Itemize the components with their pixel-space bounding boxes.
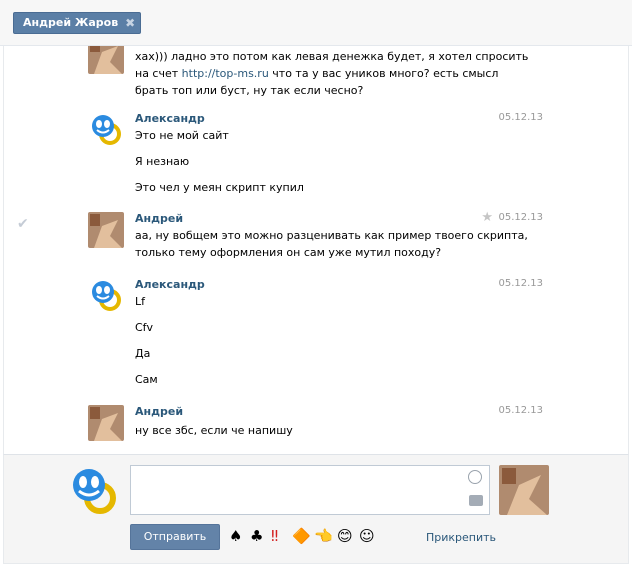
message-author[interactable]: Андрей xyxy=(135,212,183,225)
avatar xyxy=(88,405,124,441)
check-icon[interactable]: ✔ xyxy=(17,216,29,232)
message-link[interactable]: http://top-ms.ru xyxy=(182,67,269,80)
avatar xyxy=(88,278,124,314)
message-text: Я незнаю xyxy=(135,155,190,168)
message-author[interactable]: Андрей xyxy=(135,405,183,418)
club-icon[interactable]: ♣ xyxy=(250,528,263,544)
avatar xyxy=(88,46,124,74)
dialog-header: Андрей Жаров ✖ xyxy=(0,0,632,46)
message-text: аа, ну вобщем это можно разценивать как … xyxy=(135,229,528,242)
pointing-left-icon[interactable]: 👈 xyxy=(314,528,333,544)
smiling-face-icon[interactable]: 😊 xyxy=(337,528,353,544)
message-text: на счет http://top-ms.ru что та у вас ун… xyxy=(135,67,499,80)
message-text: только тему оформления он сам уже мутил … xyxy=(135,246,442,259)
star-icon[interactable]: ★ xyxy=(481,210,493,225)
dialog-tab[interactable]: Андрей Жаров ✖ xyxy=(13,12,142,34)
send-button[interactable]: Отправить xyxy=(130,524,220,550)
message-author[interactable]: Александр xyxy=(135,278,205,291)
message-author[interactable]: Александр xyxy=(135,112,205,125)
message-text: Это чел у меян скрипт купил xyxy=(135,181,304,194)
message-text: Cfv xyxy=(135,321,154,334)
message-date[interactable]: 05.12.13 xyxy=(498,405,543,416)
message-history[interactable]: хах))) ладно это потом как левая денежка… xyxy=(3,46,629,454)
attach-link[interactable]: Прикрепить xyxy=(426,531,496,544)
message-input[interactable] xyxy=(130,465,490,515)
message-text: Сам xyxy=(135,373,158,386)
avatar[interactable] xyxy=(499,465,549,515)
message-text: Да xyxy=(135,347,151,360)
smile-icon[interactable] xyxy=(468,470,482,484)
double-exclamation-icon[interactable]: ‼ xyxy=(271,528,278,544)
relaxed-face-icon[interactable]: ☺ xyxy=(359,528,375,544)
message-text: хах))) ладно это потом как левая денежка… xyxy=(135,50,529,63)
spade-icon[interactable]: ♠ xyxy=(229,528,242,544)
avatar xyxy=(88,112,124,148)
dialog-tab-title: Андрей Жаров xyxy=(23,16,119,29)
message-date[interactable]: 05.12.13 xyxy=(498,112,543,123)
message-text: ну все збс, если че напишу xyxy=(135,424,293,437)
message-text: Это не мой сайт xyxy=(135,129,229,142)
message-text: Lf xyxy=(135,295,146,308)
message-text: брать топ или буст, ну так если чесно? xyxy=(135,84,364,97)
avatar[interactable] xyxy=(67,465,119,517)
close-icon[interactable]: ✖ xyxy=(125,13,135,33)
avatar xyxy=(88,212,124,248)
message-composer: Отправить ♠ ♣ ‼ 🔶 👈 😊 ☺ Прикрепить xyxy=(3,454,629,564)
camera-icon[interactable] xyxy=(469,495,483,506)
orange-diamond-icon[interactable]: 🔶 xyxy=(292,528,311,544)
message-date[interactable]: 05.12.13 xyxy=(498,212,543,223)
message-date[interactable]: 05.12.13 xyxy=(498,278,543,289)
